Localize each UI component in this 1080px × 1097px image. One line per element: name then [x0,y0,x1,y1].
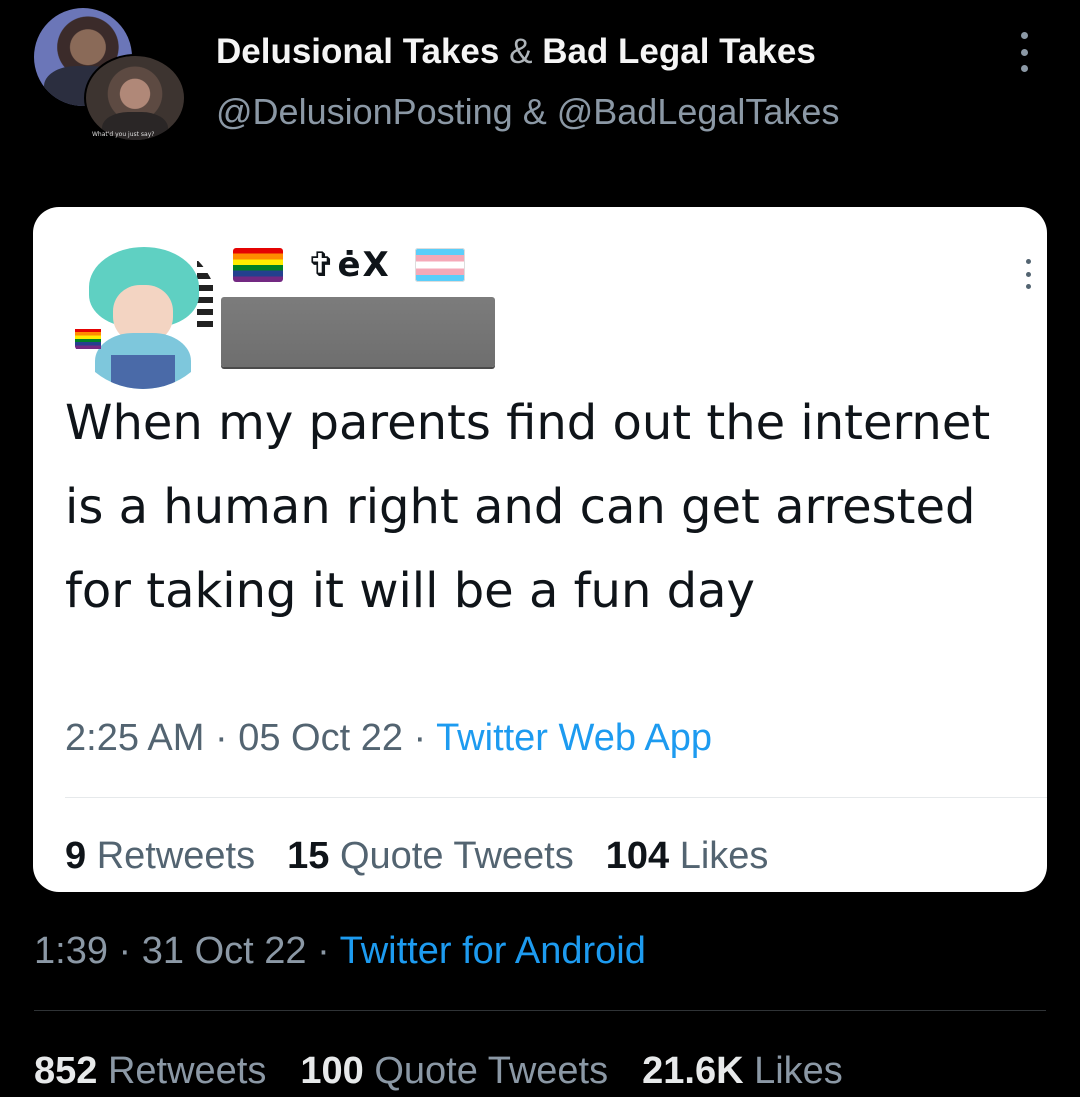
tweet-meta: 1:39 · 31 Oct 22 · Twitter for Android [34,930,646,972]
author-name-1[interactable]: Delusional Takes [216,32,499,71]
quoted-tweet-meta: 2:25 AM · 05 Oct 22 · Twitter Web App [65,717,713,759]
quoted-avatar[interactable] [67,237,219,389]
retweets-stat[interactable]: 852 Retweets [34,1050,266,1093]
tweet-source-link[interactable]: Twitter for Android [340,930,646,972]
card-more-options-icon[interactable] [1023,259,1033,289]
quoted-tweet-text: When my parents find out the internet is… [65,395,991,619]
trans-flag-icon [414,248,465,282]
tweet-date[interactable]: 31 Oct 22 [142,930,307,972]
tweet-stats: 852 Retweets 100 Quote Tweets 21.6K Like… [34,1050,843,1093]
likes-stat[interactable]: 21.6K Likes [642,1050,843,1093]
quoted-retweets-stat[interactable]: 9 Retweets [65,835,255,878]
quoted-likes-stat[interactable]: 104 Likes [606,835,769,878]
quoted-display-name[interactable]: ✞ėX [307,245,391,285]
rainbow-flag-icon [233,248,283,282]
quoted-name-row[interactable]: ✞ėX [233,245,465,285]
card-divider [65,797,1047,798]
quoted-date[interactable]: 05 Oct 22 [238,717,403,759]
author-name-separator: & [509,32,533,71]
quoted-tweet-card[interactable]: ✞ėX When my parents find out the interne… [33,207,1047,892]
tweet-header: What'd you just say? Delusional Takes & … [0,0,1080,180]
quoted-time[interactable]: 2:25 AM [65,717,204,759]
quoted-source-link[interactable]: Twitter Web App [436,717,712,759]
quote-tweets-stat[interactable]: 100 Quote Tweets [300,1050,608,1093]
quoted-tweet-stats: 9 Retweets 15 Quote Tweets 104 Likes [65,835,768,878]
tweet-divider [34,1010,1046,1011]
author-name-2[interactable]: Bad Legal Takes [542,32,816,71]
redacted-handle [221,297,495,367]
tweet-time[interactable]: 1:39 [34,930,108,972]
avatar-bad-legal-takes[interactable] [84,54,186,142]
author-names[interactable]: Delusional Takes & Bad Legal Takes [216,32,816,72]
quoted-quotes-stat[interactable]: 15 Quote Tweets [287,835,574,878]
more-options-icon[interactable] [1014,32,1034,72]
author-handles[interactable]: @DelusionPosting & @BadLegalTakes [216,91,839,133]
avatar-caption: What'd you just say? [92,131,155,138]
